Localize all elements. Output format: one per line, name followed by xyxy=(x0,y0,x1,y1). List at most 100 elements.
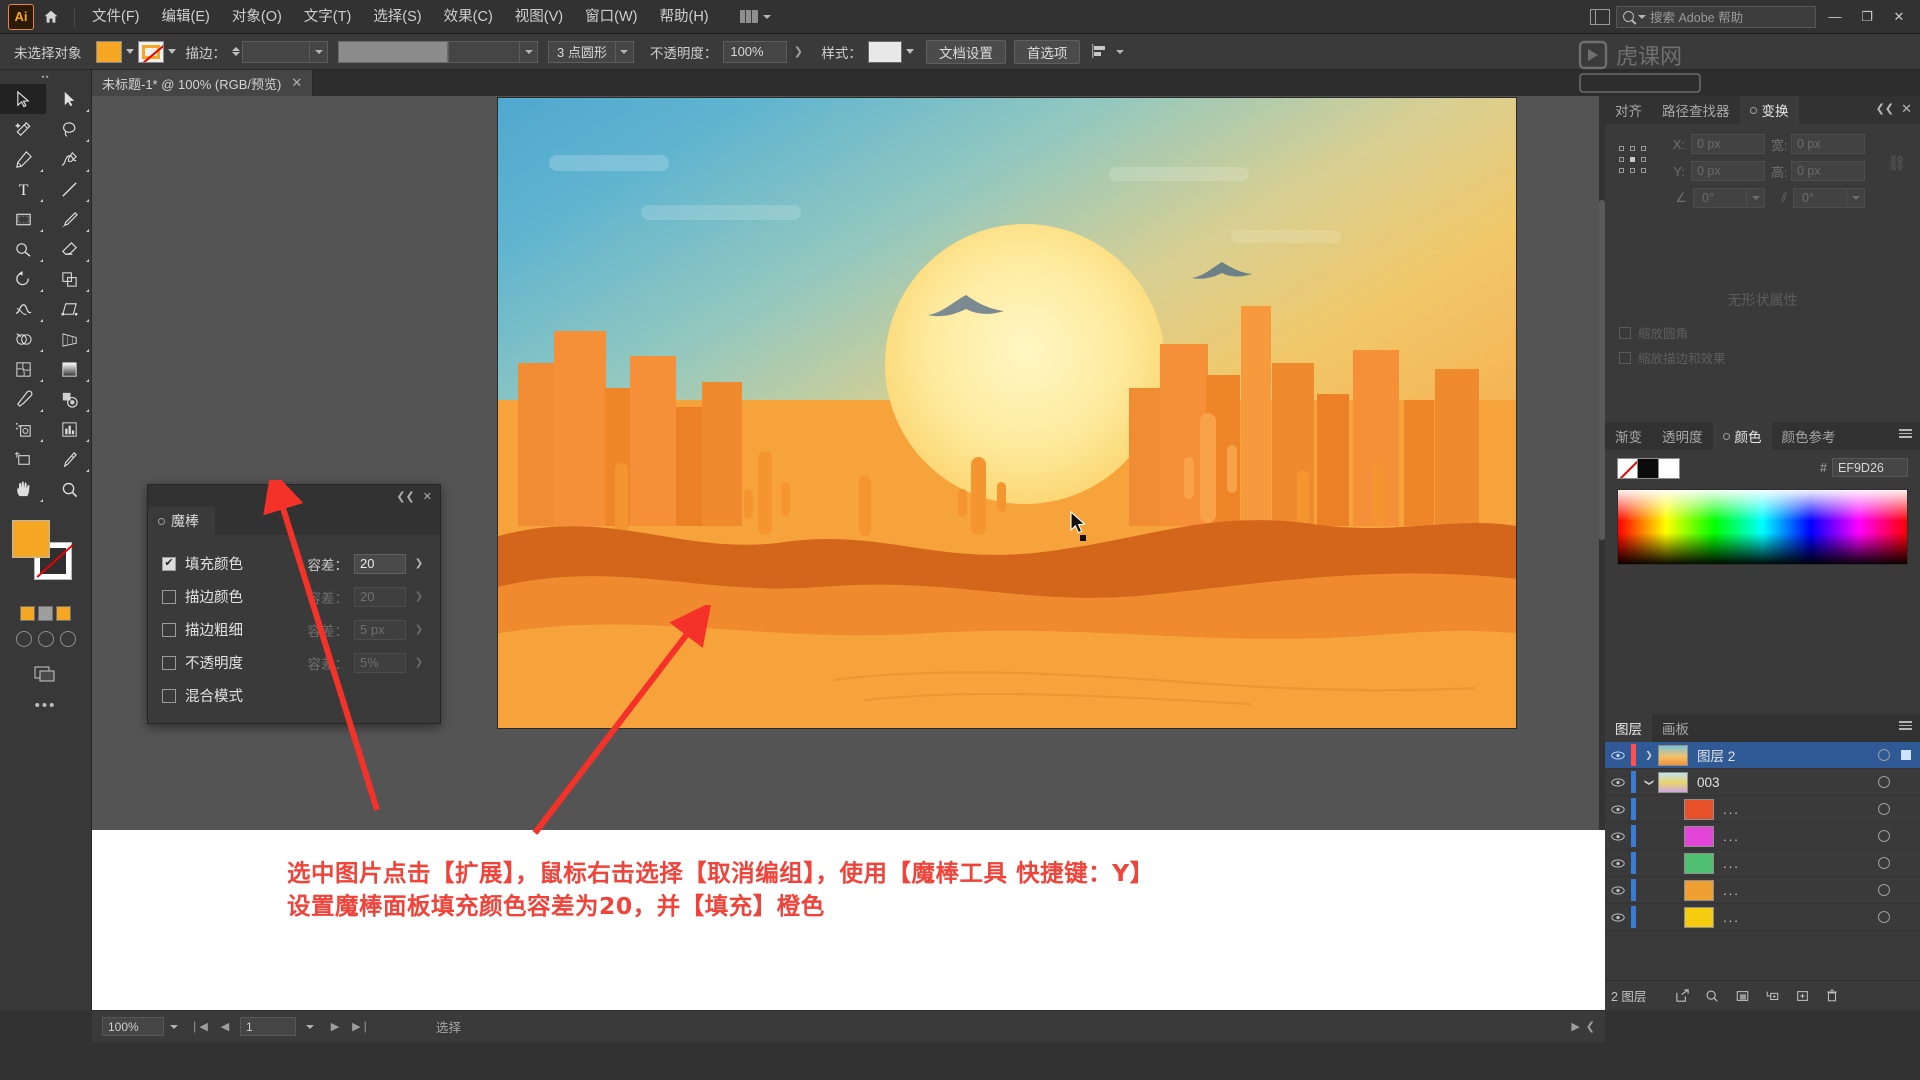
artboard[interactable] xyxy=(498,98,1516,728)
zoom-dropdown-icon[interactable] xyxy=(164,1017,184,1036)
search-icon[interactable] xyxy=(1697,983,1727,1009)
target-indicator-icon[interactable] xyxy=(1878,911,1890,923)
canvas-vertical-scroll-thumb[interactable] xyxy=(1599,200,1605,540)
chevron-down-icon[interactable] xyxy=(1846,188,1864,208)
tab-color[interactable]: 颜色 xyxy=(1712,422,1772,450)
height-input[interactable]: 0 px xyxy=(1791,161,1865,181)
symbol-sprayer-tool[interactable] xyxy=(0,414,46,444)
line-segment-tool[interactable] xyxy=(46,174,92,204)
search-input[interactable]: 搜索 Adobe 帮助 xyxy=(1616,5,1816,28)
status-collapse-icon[interactable]: ❮ xyxy=(1586,1020,1595,1033)
brush-definition-preview[interactable] xyxy=(338,40,448,63)
tab-magic-wand[interactable]: 魔棒 xyxy=(148,507,215,535)
edit-toolbar-icon[interactable]: ••• xyxy=(0,697,91,714)
table-row[interactable]: ❯ 图层 2 xyxy=(1605,742,1920,769)
menu-object[interactable]: 对象(O) xyxy=(221,0,293,34)
tab-gradient[interactable]: 渐变 xyxy=(1605,422,1652,450)
rotate-tool[interactable] xyxy=(0,264,46,294)
table-row[interactable]: ... xyxy=(1605,904,1920,931)
layer-name[interactable]: ... xyxy=(1723,883,1740,898)
target-indicator-icon[interactable] xyxy=(1878,830,1890,842)
draw-inside-icon[interactable] xyxy=(59,631,76,647)
layer-name[interactable]: 图层 2 xyxy=(1697,745,1735,765)
target-indicator-icon[interactable] xyxy=(1878,857,1890,869)
close-icon[interactable]: ✕ xyxy=(291,75,302,91)
prev-page-icon[interactable]: ◀ xyxy=(214,1017,236,1037)
shape-builder-tool[interactable] xyxy=(0,324,46,354)
scale-tool[interactable] xyxy=(46,264,92,294)
rectangle-tool[interactable] xyxy=(0,204,46,234)
stroke-dropdown-icon[interactable] xyxy=(164,41,180,63)
tab-layers[interactable]: 图层 xyxy=(1605,714,1652,742)
selection-tool[interactable] xyxy=(0,84,46,114)
menu-help[interactable]: 帮助(H) xyxy=(648,0,719,34)
close-button[interactable]: ✕ xyxy=(1886,6,1912,28)
workspace-switcher[interactable] xyxy=(734,8,777,25)
scale-corners-row[interactable]: 缩放圆角 xyxy=(1605,320,1920,345)
document-setup-button[interactable]: 文档设置 xyxy=(925,39,1006,64)
width-tool[interactable] xyxy=(0,294,46,324)
shape-style-combo[interactable]: 3 点圆形 xyxy=(548,40,634,63)
eye-icon[interactable] xyxy=(1605,750,1631,761)
fill-tolerance-input[interactable]: 20 xyxy=(354,553,406,574)
opacity-input[interactable]: 100% xyxy=(723,40,788,63)
none-swatch[interactable] xyxy=(1617,458,1638,479)
minimize-button[interactable]: — xyxy=(1822,6,1848,28)
magic-wand-panel[interactable]: ❮❮ ✕ 魔棒 ✔ 填充颜色 容差： 20 ❯ 描边颜色 容差： 20 ❯ 描边… xyxy=(147,484,441,724)
x-input[interactable]: 0 px xyxy=(1691,134,1765,154)
locate-object-icon[interactable] xyxy=(1667,983,1697,1009)
panel-menu-icon[interactable] xyxy=(1899,721,1912,730)
tab-pathfinder[interactable]: 路径查找器 xyxy=(1652,96,1740,124)
status-expand-icon[interactable]: ▶ xyxy=(1571,1020,1579,1033)
table-row[interactable]: ... xyxy=(1605,850,1920,877)
gradient-button[interactable] xyxy=(38,606,53,621)
mesh-tool[interactable] xyxy=(0,354,46,384)
target-indicator-icon[interactable] xyxy=(1878,884,1890,896)
menu-effect[interactable]: 效果(C) xyxy=(433,0,504,34)
width-input[interactable]: 0 px xyxy=(1791,134,1865,154)
chevron-down-icon[interactable] xyxy=(1116,49,1125,54)
black-swatch[interactable] xyxy=(1638,458,1659,479)
zoom-control[interactable]: 100% xyxy=(102,1017,184,1036)
curvature-tool[interactable] xyxy=(46,144,92,174)
angle-input[interactable]: 0° xyxy=(1694,191,1746,205)
lasso-tool[interactable] xyxy=(46,114,92,144)
reference-point-selector[interactable] xyxy=(1619,146,1647,174)
tab-transform[interactable]: 变换 xyxy=(1739,96,1799,124)
paintbrush-tool[interactable] xyxy=(46,204,92,234)
panel-menu-icon[interactable] xyxy=(1899,429,1912,438)
direct-selection-tool[interactable] xyxy=(46,84,92,114)
zoom-tool[interactable] xyxy=(46,474,92,504)
zoom-input[interactable]: 100% xyxy=(102,1017,164,1036)
menu-type[interactable]: 文字(T) xyxy=(293,0,363,34)
constrain-proportions-icon[interactable]: ⛓ xyxy=(1887,154,1906,172)
graphic-style-preview[interactable] xyxy=(867,40,902,63)
layer-name[interactable]: ... xyxy=(1723,829,1740,844)
menu-window[interactable]: 窗口(W) xyxy=(574,0,648,34)
menu-view[interactable]: 视图(V) xyxy=(504,0,574,34)
draw-normal-icon[interactable] xyxy=(15,631,32,647)
eye-icon[interactable] xyxy=(1605,885,1631,896)
color-button[interactable] xyxy=(20,606,35,621)
blend-tool[interactable] xyxy=(46,384,92,414)
fill-dropdown-icon[interactable] xyxy=(122,41,138,63)
menu-edit[interactable]: 编辑(E) xyxy=(151,0,221,34)
tab-transparency[interactable]: 透明度 xyxy=(1652,422,1713,450)
collapse-icon[interactable]: ❮❮ xyxy=(396,490,414,503)
preferences-button[interactable]: 首选项 xyxy=(1013,39,1081,64)
scale-strokes-row[interactable]: 缩放描边和效果 xyxy=(1605,345,1920,370)
close-icon[interactable]: ✕ xyxy=(423,490,432,503)
chevron-down-icon[interactable] xyxy=(1746,188,1764,208)
make-clipping-mask-icon[interactable] xyxy=(1727,983,1757,1009)
hand-tool[interactable] xyxy=(0,474,46,504)
chevron-right-icon[interactable]: ❯ xyxy=(1640,750,1658,761)
target-indicator-icon[interactable] xyxy=(1878,749,1890,761)
fill-tolerance-stepper-icon[interactable]: ❯ xyxy=(412,554,426,574)
brush-definition-combo[interactable] xyxy=(448,40,538,63)
magic-wand-tool[interactable] xyxy=(0,114,46,144)
collapse-icon[interactable]: ❮❮ xyxy=(1876,102,1894,115)
option-fill-color[interactable]: ✔ 填充颜色 容差： 20 ❯ xyxy=(162,547,426,580)
color-spectrum-ramp[interactable] xyxy=(1617,489,1908,565)
menu-file[interactable]: 文件(F) xyxy=(81,0,151,34)
opacity-expand-icon[interactable]: ❯ xyxy=(787,42,809,62)
